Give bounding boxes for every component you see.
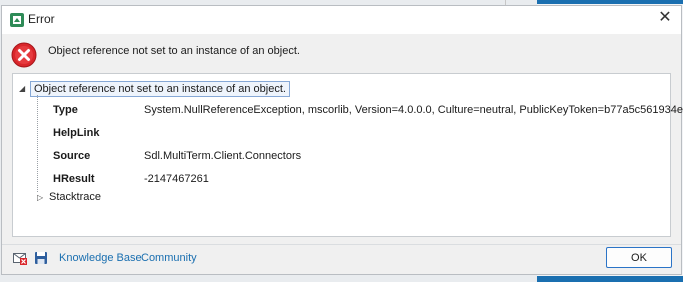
- row-label-source: Source: [53, 150, 91, 162]
- row-value-type: System.NullReferenceException, mscorlib,…: [144, 104, 683, 116]
- tree-guide-line: [37, 95, 38, 192]
- background-app-accent-bottom: [537, 276, 683, 282]
- row-value-source: Sdl.MultiTerm.Client.Connectors: [144, 150, 302, 162]
- row-label-type: Type: [53, 104, 78, 116]
- error-icon: [11, 42, 37, 68]
- exception-tree: ◢ Object reference not set to an instanc…: [12, 73, 683, 237]
- expand-arrow-icon[interactable]: ◢: [19, 84, 25, 93]
- stacktrace-node[interactable]: Stacktrace: [49, 191, 101, 203]
- title-bar: Error ✕: [2, 6, 681, 34]
- footer-divider: [2, 244, 681, 245]
- save-icon[interactable]: [34, 251, 48, 265]
- background-app-accent-top: [537, 0, 683, 4]
- collapsed-arrow-icon[interactable]: ▷: [37, 193, 43, 202]
- community-link[interactable]: Community: [141, 252, 197, 264]
- error-dialog: Error ✕ Object reference not set to an i…: [1, 5, 683, 275]
- row-value-hresult: -2147467261: [144, 173, 209, 185]
- app-logo-icon: [10, 13, 24, 27]
- email-report-icon[interactable]: [13, 251, 27, 265]
- tree-root-node[interactable]: Object reference not set to an instance …: [30, 81, 290, 97]
- row-label-hresult: HResult: [53, 173, 95, 185]
- error-message: Object reference not set to an instance …: [48, 45, 300, 57]
- dialog-title: Error: [28, 12, 55, 26]
- row-label-helplink: HelpLink: [53, 127, 100, 139]
- ok-button[interactable]: OK: [606, 247, 672, 268]
- knowledge-base-link[interactable]: Knowledge Base: [59, 252, 142, 264]
- close-icon[interactable]: ✕: [657, 10, 673, 26]
